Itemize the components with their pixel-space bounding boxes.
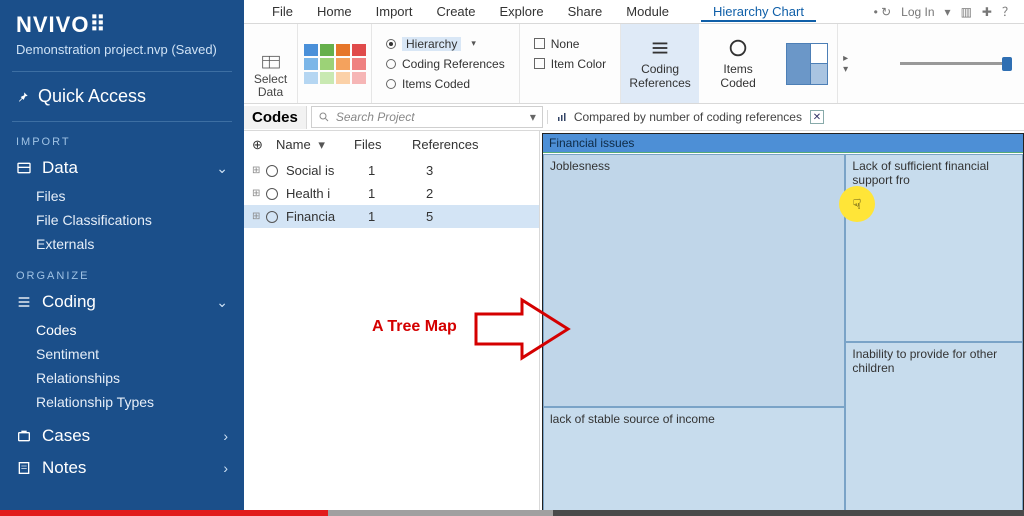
menu-share[interactable]: Share <box>556 1 615 22</box>
expand-icon[interactable]: ⊞ <box>252 211 266 222</box>
section-import: IMPORT <box>0 132 244 152</box>
sidebar-sub-files[interactable]: Files <box>0 184 244 208</box>
opt-items-coded[interactable]: Items Coded <box>386 77 505 91</box>
tool-1[interactable]: ▾ <box>945 5 951 19</box>
menu-file[interactable]: File <box>260 1 305 22</box>
menu-module[interactable]: Module <box>614 1 681 22</box>
tool-2[interactable]: ▥ <box>961 5 972 19</box>
treemap-style-button[interactable] <box>777 24 837 103</box>
close-tab-button[interactable]: ✕ <box>810 110 824 124</box>
login-link[interactable]: Log In <box>901 5 934 19</box>
select-data-icon <box>257 53 285 73</box>
menu-hierarchy-chart[interactable]: Hierarchy Chart <box>701 1 816 22</box>
annotation-arrow <box>472 294 572 364</box>
sidebar-sub-relationships[interactable]: Relationships <box>0 366 244 390</box>
list-header: Codes Search Project▾ Compared by number… <box>244 104 1024 131</box>
treemap-cell[interactable]: lack of stable source of income <box>543 407 845 515</box>
opt-coding-references[interactable]: Coding References <box>386 57 505 71</box>
opt-hierarchy[interactable]: Hierarchy▾ <box>386 37 505 51</box>
video-progress-bar[interactable] <box>0 510 1024 516</box>
select-data-button[interactable]: SelectData <box>244 24 298 103</box>
detail-tab[interactable]: Compared by number of coding references … <box>547 110 1024 124</box>
treemap-cell[interactable]: Inability to provide for other children <box>845 342 1023 515</box>
treemap-cell[interactable]: Joblesness <box>543 154 845 407</box>
menu-create[interactable]: Create <box>424 1 487 22</box>
code-row[interactable]: ⊞Health i12 <box>244 182 539 205</box>
sidebar: NVIVO⠿ Demonstration project.nvp (Saved)… <box>0 0 244 516</box>
sync-icon[interactable]: • ↻ <box>874 5 892 19</box>
sidebar-item-data[interactable]: Data ⌄ <box>0 152 244 184</box>
sidebar-item-cases[interactable]: Cases › <box>0 420 244 452</box>
ribbon-color-options: None Item Color . <box>520 24 621 103</box>
opt-none[interactable]: None <box>534 37 606 51</box>
search-input[interactable]: Search Project▾ <box>311 106 543 128</box>
pin-icon <box>16 90 30 104</box>
titlebar-tools: • ↻ Log In ▾ ▥ ✚ ？ <box>874 3 1024 20</box>
zoom-slider[interactable] <box>853 24 1024 103</box>
menu-home[interactable]: Home <box>305 1 364 22</box>
notes-icon <box>16 460 32 476</box>
treemap-style-dropdown[interactable]: ▸▾ <box>837 24 853 103</box>
tool-4[interactable]: ？ <box>1002 3 1014 20</box>
chevron-down-icon: ⌄ <box>216 294 228 311</box>
col-files[interactable]: Files <box>354 137 412 153</box>
sidebar-sub-relationship-types[interactable]: Relationship Types <box>0 390 244 414</box>
chevron-right-icon: › <box>223 460 228 476</box>
sidebar-sub-externals[interactable]: Externals <box>0 232 244 256</box>
col-references[interactable]: References <box>412 137 531 153</box>
coding-refs-icon <box>649 37 671 59</box>
items-coded-icon <box>727 37 749 59</box>
sidebar-sub-sentiment[interactable]: Sentiment <box>0 342 244 366</box>
sidebar-item-coding[interactable]: Coding ⌄ <box>0 286 244 318</box>
coding-references-button[interactable]: CodingReferences <box>621 24 699 103</box>
section-organize: ORGANIZE <box>0 266 244 286</box>
tool-3[interactable]: ✚ <box>982 5 992 19</box>
search-icon <box>318 111 330 123</box>
coding-icon <box>16 294 32 310</box>
sidebar-item-notes[interactable]: Notes › <box>0 452 244 484</box>
expand-icon[interactable]: ⊞ <box>252 165 266 176</box>
annotation-label: A Tree Map <box>372 318 457 336</box>
app-brand: NVIVO⠿ <box>0 8 244 38</box>
project-file-label: Demonstration project.nvp (Saved) <box>0 38 244 71</box>
chevron-down-icon: ⌄ <box>216 160 228 177</box>
ribbon: SelectData Hierarchy▾ Coding References … <box>244 24 1024 104</box>
menubar: File Home Import Create Explore Share Mo… <box>244 0 1024 24</box>
chevron-right-icon: › <box>223 428 228 444</box>
quick-access[interactable]: Quick Access <box>0 82 244 121</box>
cases-icon <box>16 428 32 444</box>
hierarchy-chart[interactable]: Financial issues Joblesness Lack of suff… <box>542 133 1024 516</box>
codes-panel-label: Codes <box>244 106 307 129</box>
treemap-cell[interactable]: Lack of sufficient financial support fro <box>845 154 1023 342</box>
sidebar-sub-codes[interactable]: Codes <box>0 318 244 342</box>
treemap-title: Financial issues <box>543 134 1023 153</box>
add-code-icon[interactable]: ⊕ <box>252 137 276 153</box>
cursor-highlight: ☟ <box>839 186 875 222</box>
opt-item-color[interactable]: Item Color <box>534 57 606 71</box>
menu-import[interactable]: Import <box>364 1 425 22</box>
items-coded-button[interactable]: ItemsCoded <box>699 24 777 103</box>
chart-icon <box>556 111 568 123</box>
expand-icon[interactable]: ⊞ <box>252 188 266 199</box>
color-palette[interactable] <box>298 24 372 103</box>
codes-columns: ⊕ Name ▾ Files References <box>244 131 539 159</box>
ribbon-view-options: Hierarchy▾ Coding References Items Coded <box>372 24 520 103</box>
data-icon <box>16 160 32 176</box>
menu-explore[interactable]: Explore <box>488 1 556 22</box>
code-row[interactable]: ⊞Financia15 <box>244 205 539 228</box>
main-area: File Home Import Create Explore Share Mo… <box>244 0 1024 516</box>
sidebar-sub-file-classifications[interactable]: File Classifications <box>0 208 244 232</box>
col-name[interactable]: Name ▾ <box>276 137 354 153</box>
code-row[interactable]: ⊞Social is13 <box>244 159 539 182</box>
